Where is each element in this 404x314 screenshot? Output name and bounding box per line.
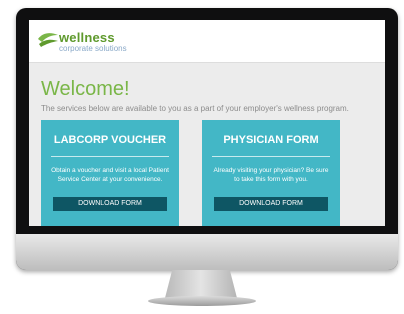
card-title: LABCORP VOUCHER <box>53 134 167 146</box>
screen: wellness corporate solutions Welcome! Th… <box>29 20 385 226</box>
download-form-button[interactable]: DOWNLOAD FORM <box>214 197 328 211</box>
logo-title[interactable]: wellness <box>59 30 115 45</box>
monitor-stand <box>165 270 237 298</box>
intro-text: The services below are available to you … <box>41 104 349 113</box>
page-title: Welcome! <box>41 78 130 100</box>
device-mockup: wellness corporate solutions Welcome! Th… <box>0 0 404 314</box>
monitor-chin <box>16 234 398 270</box>
site-header: wellness corporate solutions <box>29 20 385 63</box>
card-description: Already visiting your physician? Be sure… <box>213 167 329 183</box>
card-physician-form: PHYSICIAN FORM Already visiting your phy… <box>202 120 340 226</box>
card-title: PHYSICIAN FORM <box>223 134 319 146</box>
card-labcorp-voucher: LABCORP VOUCHER Obtain a voucher and vis… <box>41 120 179 226</box>
logo-subtitle: corporate solutions <box>59 44 127 53</box>
leaf-logo-icon <box>38 33 58 47</box>
download-form-button[interactable]: DOWNLOAD FORM <box>53 197 167 211</box>
card-description: Obtain a voucher and visit a local Patie… <box>51 167 169 183</box>
card-divider <box>212 156 330 157</box>
card-divider <box>51 156 169 157</box>
monitor-base <box>148 296 256 306</box>
